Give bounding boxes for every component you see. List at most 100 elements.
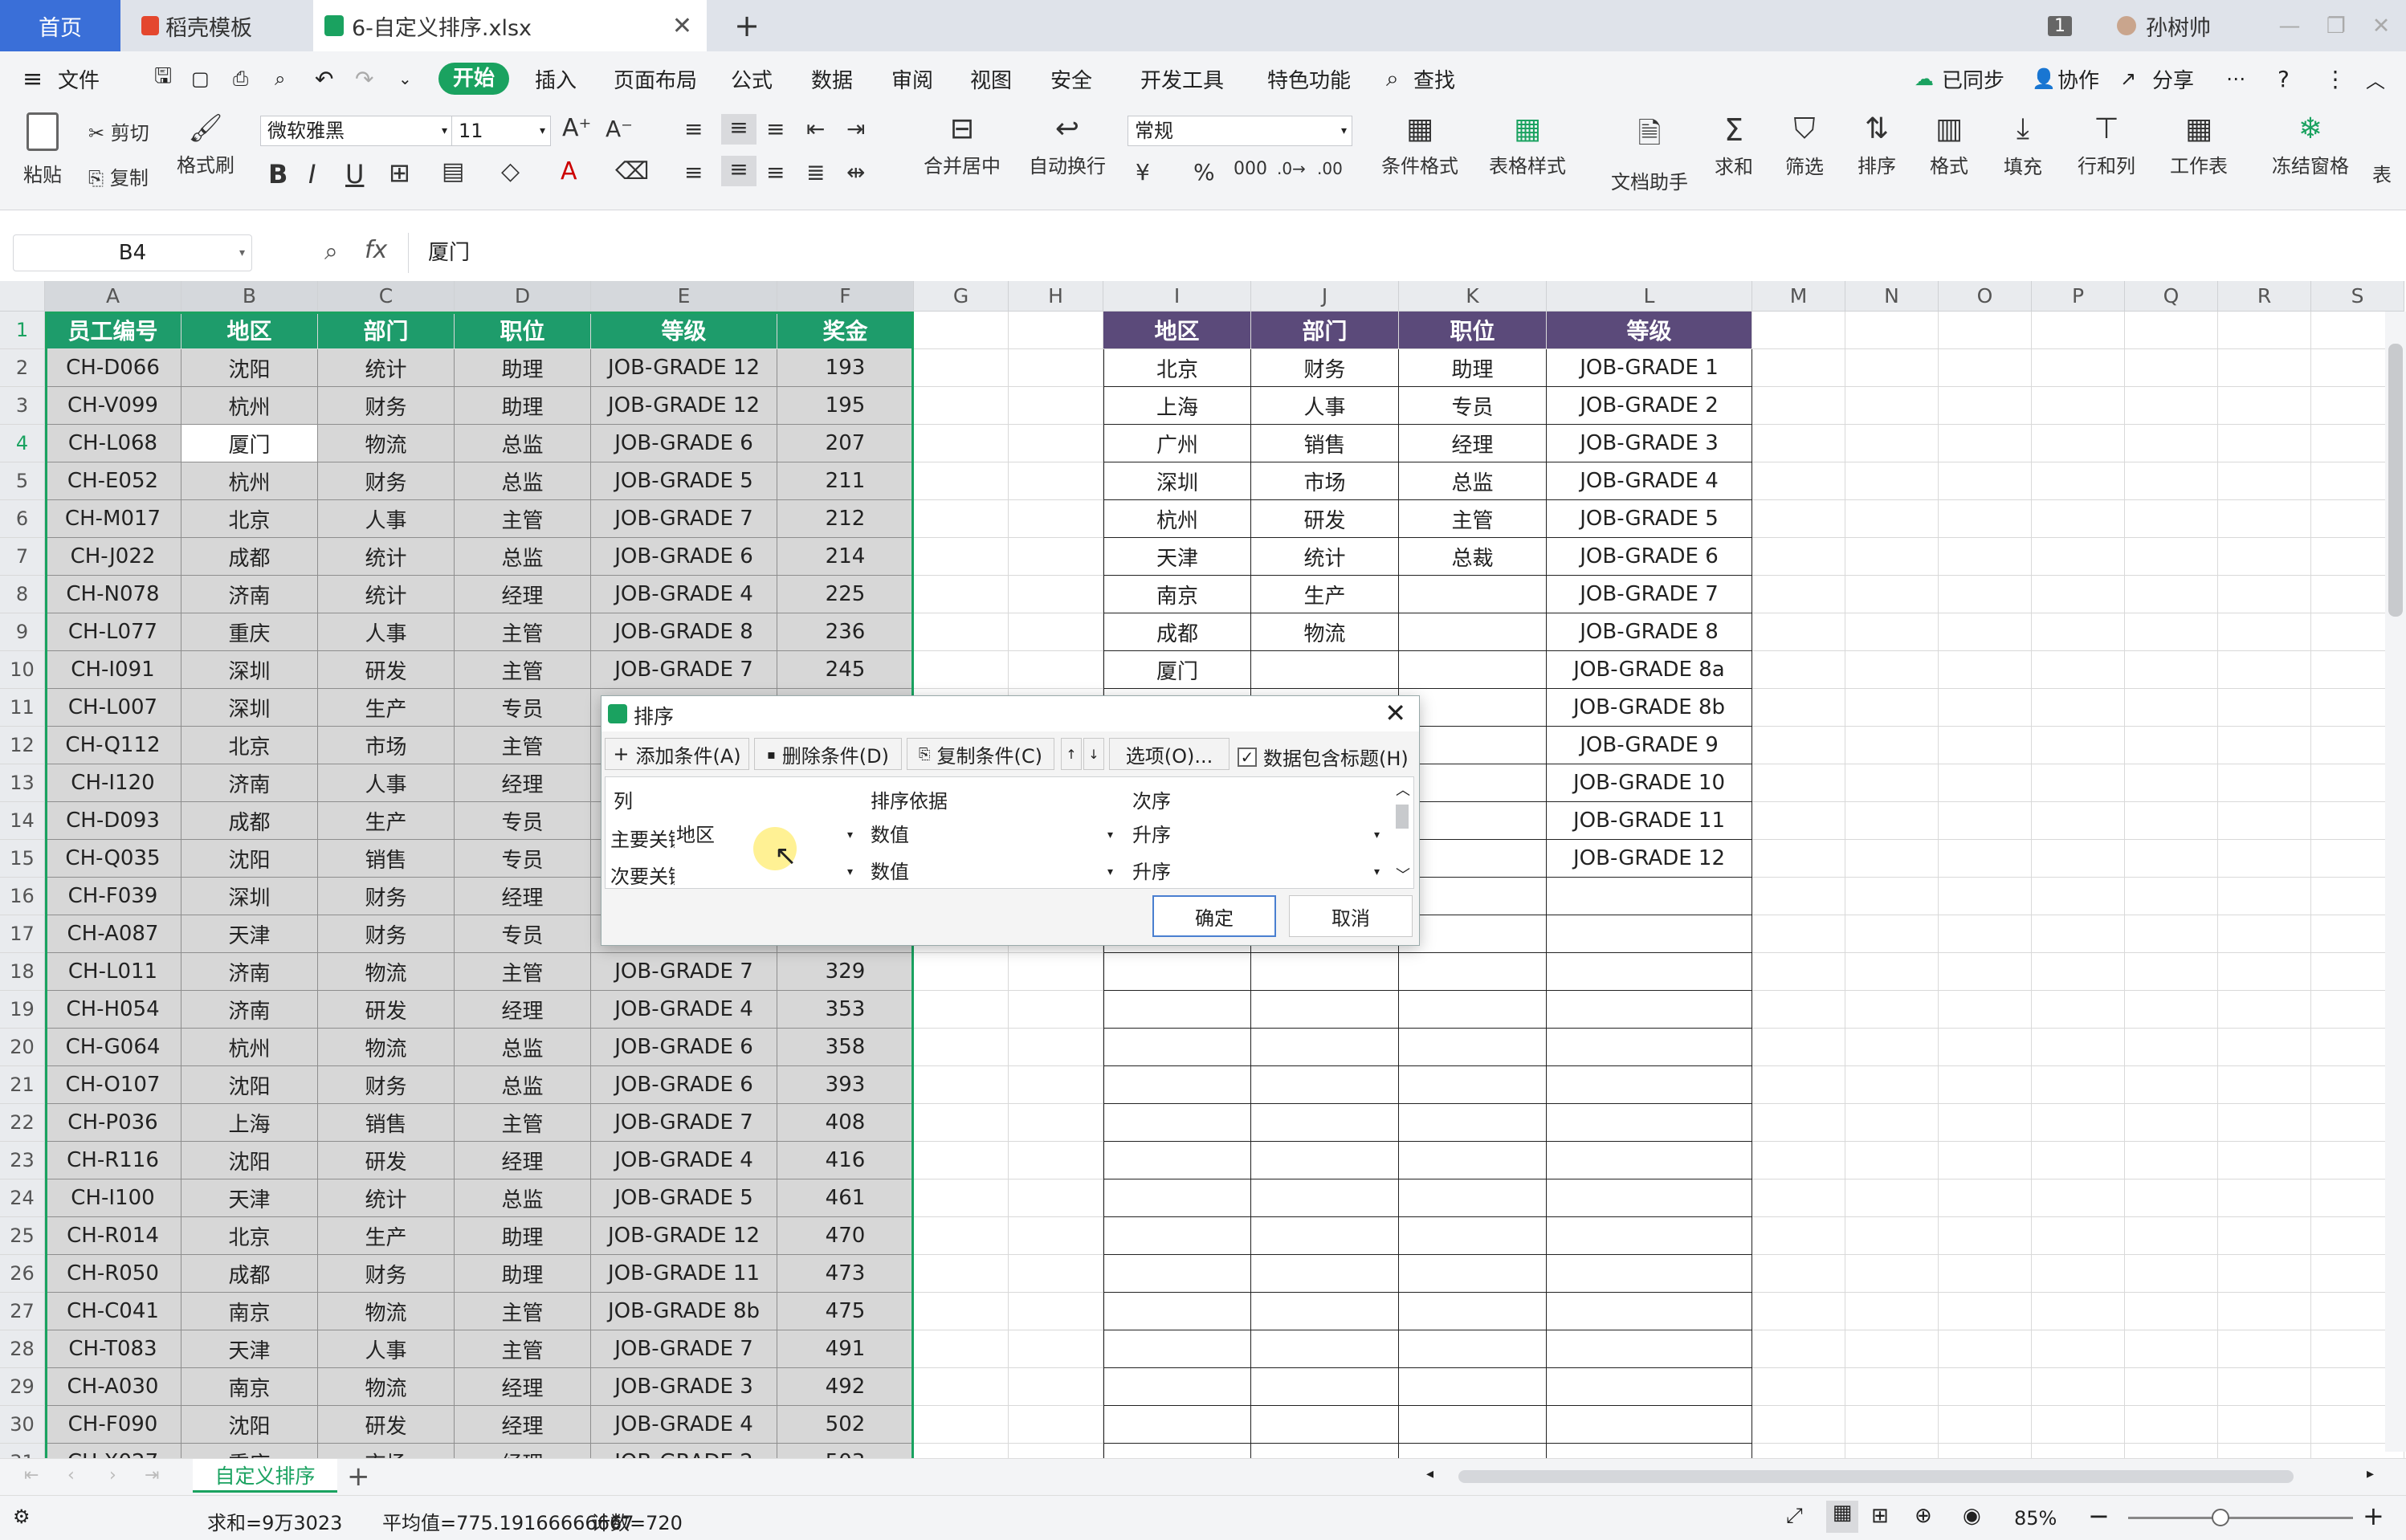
ref-cell[interactable]: 专员 bbox=[1399, 387, 1547, 425]
empty-cell[interactable] bbox=[1939, 349, 2032, 387]
empty-cell[interactable] bbox=[1845, 1330, 1939, 1368]
ref-header-cell[interactable]: 职位 bbox=[1399, 312, 1547, 349]
ref-cell[interactable] bbox=[1103, 1293, 1251, 1330]
underline-icon[interactable]: U bbox=[345, 159, 364, 189]
row-header[interactable]: 9 bbox=[0, 613, 45, 651]
ref-cell[interactable] bbox=[1547, 1179, 1752, 1217]
row-header[interactable]: 30 bbox=[0, 1406, 45, 1444]
ref-cell[interactable]: 成都 bbox=[1103, 613, 1251, 651]
ref-cell[interactable]: 助理 bbox=[1399, 349, 1547, 387]
font-name-select[interactable]: 微软雅黑 ▾ bbox=[260, 116, 453, 146]
ref-cell[interactable] bbox=[1399, 840, 1547, 878]
empty-cell[interactable] bbox=[2218, 1029, 2311, 1066]
column-header[interactable]: G bbox=[914, 281, 1009, 312]
first-sheet-icon[interactable]: ⇤ bbox=[24, 1465, 39, 1485]
empty-cell[interactable] bbox=[1752, 500, 1845, 538]
empty-cell[interactable] bbox=[1845, 915, 1939, 953]
empty-cell[interactable] bbox=[1845, 689, 1939, 727]
ref-header-cell[interactable]: 等级 bbox=[1547, 312, 1752, 349]
decimal-decrease-icon[interactable]: .00 bbox=[1317, 159, 1343, 178]
empty-cell[interactable] bbox=[2125, 1217, 2218, 1255]
move-up-button[interactable]: ↑ bbox=[1061, 738, 1082, 770]
doc-helper-button[interactable]: 🗎 文档助手 bbox=[1605, 112, 1694, 194]
scroll-right-icon[interactable]: ▸ bbox=[2367, 1465, 2374, 1482]
empty-cell[interactable] bbox=[2125, 1255, 2218, 1293]
empty-cell[interactable] bbox=[914, 425, 1009, 462]
indent-increase-icon[interactable]: ⇥ bbox=[846, 116, 865, 142]
row-header[interactable]: 4 bbox=[0, 425, 45, 462]
ref-cell[interactable] bbox=[1547, 1444, 1752, 1458]
column-header[interactable]: E bbox=[591, 281, 777, 312]
row-col-button[interactable]: ⊤ 行和列 bbox=[2070, 112, 2143, 178]
empty-cell[interactable] bbox=[2032, 1293, 2125, 1330]
focus-mode-icon[interactable]: ⤢ bbox=[1786, 1504, 1803, 1529]
empty-cell[interactable] bbox=[2218, 538, 2311, 576]
empty-cell[interactable] bbox=[2125, 1406, 2218, 1444]
ref-cell[interactable]: 总监 bbox=[1399, 462, 1547, 500]
empty-cell[interactable] bbox=[2032, 1368, 2125, 1406]
empty-cell[interactable] bbox=[1752, 878, 1845, 915]
ref-cell[interactable] bbox=[1547, 1104, 1752, 1142]
tab-file[interactable]: 6-自定义排序.xlsx ✕ bbox=[313, 0, 707, 51]
empty-cell[interactable] bbox=[2032, 500, 2125, 538]
vertical-scrollbar[interactable] bbox=[2385, 312, 2406, 1452]
empty-cell[interactable] bbox=[914, 613, 1009, 651]
ref-cell[interactable] bbox=[1103, 1179, 1251, 1217]
row-header[interactable]: 27 bbox=[0, 1293, 45, 1330]
empty-cell[interactable] bbox=[1009, 538, 1103, 576]
empty-cell[interactable] bbox=[2218, 462, 2311, 500]
empty-cell[interactable] bbox=[2125, 576, 2218, 613]
empty-cell[interactable] bbox=[914, 1066, 1009, 1104]
options-button[interactable]: 选项(O)... bbox=[1109, 738, 1230, 770]
secondary-order-select[interactable]: 升序 ▾ bbox=[1129, 858, 1386, 886]
empty-cell[interactable] bbox=[1752, 1293, 1845, 1330]
empty-cell[interactable] bbox=[2218, 500, 2311, 538]
empty-cell[interactable] bbox=[1845, 1179, 1939, 1217]
empty-cell[interactable] bbox=[1845, 613, 1939, 651]
empty-cell[interactable] bbox=[1939, 1066, 2032, 1104]
ref-cell[interactable] bbox=[1103, 1368, 1251, 1406]
ref-cell[interactable] bbox=[1547, 915, 1752, 953]
ref-cell[interactable] bbox=[1103, 1104, 1251, 1142]
empty-cell[interactable] bbox=[1939, 613, 2032, 651]
ref-cell[interactable] bbox=[1399, 1330, 1547, 1368]
percent-icon[interactable]: % bbox=[1193, 159, 1215, 185]
zoom-slider[interactable] bbox=[2128, 1509, 2353, 1526]
ref-cell[interactable] bbox=[1251, 953, 1399, 991]
more-quick-icon[interactable]: ⌄ bbox=[398, 69, 412, 88]
dialog-titlebar[interactable]: 排序 ✕ bbox=[602, 696, 1419, 731]
empty-cell[interactable] bbox=[1752, 1255, 1845, 1293]
ref-cell[interactable]: 生产 bbox=[1251, 576, 1399, 613]
empty-cell[interactable] bbox=[1939, 764, 2032, 802]
row-header[interactable]: 19 bbox=[0, 991, 45, 1029]
empty-cell[interactable] bbox=[914, 1444, 1009, 1458]
empty-cell[interactable] bbox=[1845, 312, 1939, 349]
empty-cell[interactable] bbox=[1752, 840, 1845, 878]
zoom-in-icon[interactable]: + bbox=[2363, 1501, 2384, 1531]
ref-cell[interactable] bbox=[1251, 1104, 1399, 1142]
macro-icon[interactable]: ⚙ bbox=[13, 1505, 31, 1528]
tab-template[interactable]: 稻壳模板 bbox=[128, 0, 305, 51]
menu-data[interactable]: 数据 bbox=[811, 64, 853, 94]
row-header[interactable]: 13 bbox=[0, 764, 45, 802]
sort-button[interactable]: ⇅ 排序 bbox=[1849, 112, 1905, 178]
empty-cell[interactable] bbox=[1752, 802, 1845, 840]
empty-cell[interactable] bbox=[1845, 349, 1939, 387]
ref-cell[interactable] bbox=[1399, 1255, 1547, 1293]
empty-cell[interactable] bbox=[2125, 462, 2218, 500]
ref-header-cell[interactable]: 地区 bbox=[1103, 312, 1251, 349]
sum-button[interactable]: Σ 求和 bbox=[1706, 112, 1762, 179]
empty-cell[interactable] bbox=[1009, 1255, 1103, 1293]
empty-cell[interactable] bbox=[2125, 500, 2218, 538]
row-header[interactable]: 12 bbox=[0, 727, 45, 764]
empty-cell[interactable] bbox=[1752, 1029, 1845, 1066]
empty-cell[interactable] bbox=[2218, 802, 2311, 840]
page-break-icon[interactable]: ⊕ bbox=[1915, 1504, 1932, 1528]
empty-cell[interactable] bbox=[2032, 1255, 2125, 1293]
empty-cell[interactable] bbox=[2218, 1217, 2311, 1255]
ref-cell[interactable] bbox=[1103, 1217, 1251, 1255]
zoom-slider-thumb[interactable] bbox=[2212, 1509, 2229, 1526]
align-center-icon[interactable]: ≡ bbox=[721, 156, 756, 186]
ref-cell[interactable]: 销售 bbox=[1251, 425, 1399, 462]
empty-cell[interactable] bbox=[1752, 1330, 1845, 1368]
